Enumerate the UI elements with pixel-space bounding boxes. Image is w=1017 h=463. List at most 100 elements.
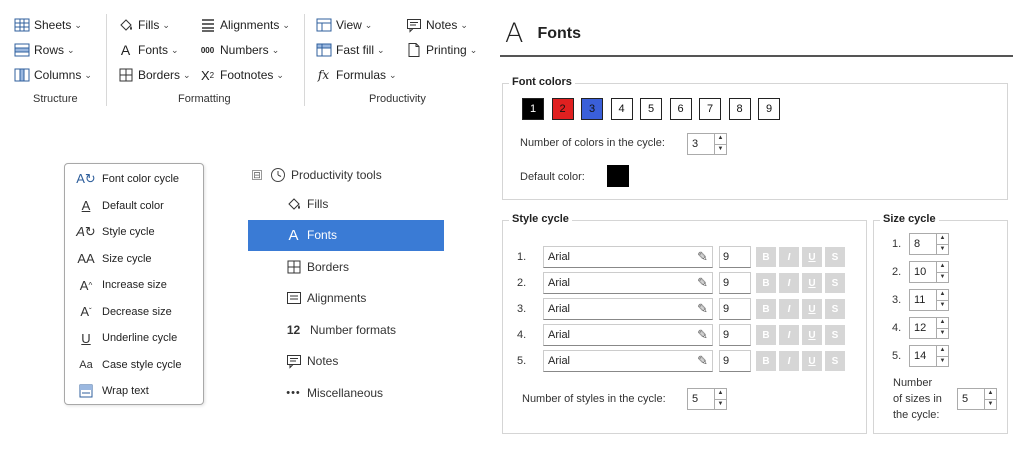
font-name-field[interactable]: Arial ✎ xyxy=(543,298,713,320)
underline-button[interactable]: U xyxy=(802,273,822,293)
color-swatch[interactable]: 8 xyxy=(728,98,751,120)
bold-button[interactable]: B xyxy=(756,325,776,345)
tree-item-borders[interactable]: Borders xyxy=(248,251,444,283)
spin-up-icon[interactable]: ▲ xyxy=(937,234,948,244)
strikethrough-button[interactable]: S xyxy=(825,299,845,319)
italic-button[interactable]: I xyxy=(779,299,799,319)
strikethrough-button[interactable]: S xyxy=(825,351,845,371)
size-stepper[interactable]: 14 ▲ ▼ xyxy=(909,345,949,367)
spin-down-icon[interactable]: ▼ xyxy=(715,143,726,155)
collapse-icon[interactable]: ⊟ xyxy=(252,170,262,180)
spin-up-icon[interactable]: ▲ xyxy=(937,262,948,272)
underline-button[interactable]: U xyxy=(802,247,822,267)
borders-button[interactable]: Borders ⌄ xyxy=(117,64,191,86)
tree-item-miscellaneous[interactable]: ••• Miscellaneous xyxy=(248,377,444,409)
bold-button[interactable]: B xyxy=(756,247,776,267)
underline-button[interactable]: U xyxy=(802,299,822,319)
spin-up-icon[interactable]: ▲ xyxy=(937,346,948,356)
italic-button[interactable]: I xyxy=(779,325,799,345)
spin-down-icon[interactable]: ▼ xyxy=(937,271,948,283)
color-swatch[interactable]: 2 xyxy=(551,98,574,120)
menu-item-underline-cycle[interactable]: U Underline cycle xyxy=(65,325,203,352)
spin-down-icon[interactable]: ▼ xyxy=(937,355,948,367)
font-name-field[interactable]: Arial ✎ xyxy=(543,272,713,294)
columns-button[interactable]: Columns ⌄ xyxy=(13,64,92,86)
menu-item-wrap-text[interactable]: Wrap text xyxy=(65,378,203,405)
color-swatch[interactable]: 3 xyxy=(581,98,603,120)
italic-button[interactable]: I xyxy=(779,351,799,371)
menu-item-size-cycle[interactable]: AA Size cycle xyxy=(65,246,203,273)
tree-root-productivity-tools[interactable]: ⊟ Productivity tools xyxy=(248,162,444,188)
sizes-count-stepper[interactable]: 5 ▲ ▼ xyxy=(957,388,997,410)
font-size-field[interactable]: 9 xyxy=(719,350,751,372)
strikethrough-button[interactable]: S xyxy=(825,325,845,345)
tree-item-number-formats[interactable]: 12 Number formats xyxy=(248,314,444,346)
tree-item-notes[interactable]: Notes xyxy=(248,346,444,378)
menu-item-style-cycle[interactable]: A↻ Style cycle xyxy=(65,219,203,246)
spin-down-icon[interactable]: ▼ xyxy=(985,398,996,410)
spin-up-icon[interactable]: ▲ xyxy=(715,134,726,144)
footnotes-button[interactable]: X2 Footnotes ⌄ xyxy=(199,64,290,86)
formulas-button[interactable]: fx Formulas ⌄ xyxy=(315,64,397,86)
menu-item-default-color[interactable]: A Default color xyxy=(65,193,203,220)
strikethrough-button[interactable]: S xyxy=(825,247,845,267)
spin-down-icon[interactable]: ▼ xyxy=(937,243,948,255)
font-size-field[interactable]: 9 xyxy=(719,324,751,346)
color-swatch[interactable]: 9 xyxy=(758,98,780,120)
italic-button[interactable]: I xyxy=(779,247,799,267)
fonts-button[interactable]: A Fonts ⌄ xyxy=(117,39,191,61)
bold-button[interactable]: B xyxy=(756,273,776,293)
strikethrough-button[interactable]: S xyxy=(825,273,845,293)
color-swatch[interactable]: 4 xyxy=(610,98,633,120)
view-button[interactable]: View ⌄ xyxy=(315,14,397,36)
tree-item-fonts[interactable]: A Fonts xyxy=(248,219,444,251)
font-size-field[interactable]: 9 xyxy=(719,298,751,320)
tree-item-alignments[interactable]: Alignments xyxy=(248,283,444,315)
pencil-icon[interactable]: ✎ xyxy=(697,249,708,265)
menu-item-increase-size[interactable]: A ^ Increase size xyxy=(65,272,203,299)
spin-down-icon[interactable]: ▼ xyxy=(937,299,948,311)
italic-button[interactable]: I xyxy=(779,273,799,293)
color-swatch[interactable]: 7 xyxy=(699,98,721,120)
printing-button[interactable]: Printing ⌄ xyxy=(405,39,477,61)
styles-count-stepper[interactable]: 5 ▲ ▼ xyxy=(687,388,727,410)
font-name-field[interactable]: Arial ✎ xyxy=(543,350,713,372)
bold-button[interactable]: B xyxy=(756,299,776,319)
bold-button[interactable]: B xyxy=(756,351,776,371)
numbers-button[interactable]: 000 Numbers ⌄ xyxy=(199,39,290,61)
rows-button[interactable]: Rows ⌄ xyxy=(13,39,92,61)
size-stepper[interactable]: 11 ▲ ▼ xyxy=(909,289,949,311)
size-stepper[interactable]: 12 ▲ ▼ xyxy=(909,317,949,339)
pencil-icon[interactable]: ✎ xyxy=(697,275,708,291)
tree-item-fills[interactable]: Fills xyxy=(248,188,444,220)
spin-down-icon[interactable]: ▼ xyxy=(937,327,948,339)
size-stepper[interactable]: 8 ▲ ▼ xyxy=(909,233,949,255)
pencil-icon[interactable]: ✎ xyxy=(697,327,708,343)
fast-fill-button[interactable]: Fast fill ⌄ xyxy=(315,39,397,61)
notes-button[interactable]: Notes ⌄ xyxy=(405,14,477,36)
fills-button[interactable]: Fills ⌄ xyxy=(117,14,191,36)
spin-up-icon[interactable]: ▲ xyxy=(715,389,726,399)
font-name-field[interactable]: Arial ✎ xyxy=(543,246,713,268)
default-color-swatch[interactable] xyxy=(607,165,629,187)
spin-down-icon[interactable]: ▼ xyxy=(715,398,726,410)
font-size-field[interactable]: 9 xyxy=(719,272,751,294)
menu-item-case-style-cycle[interactable]: Aa Case style cycle xyxy=(65,352,203,379)
spin-up-icon[interactable]: ▲ xyxy=(985,389,996,399)
pencil-icon[interactable]: ✎ xyxy=(697,353,708,369)
menu-item-font-color-cycle[interactable]: A↻ Font color cycle xyxy=(65,166,203,193)
size-stepper[interactable]: 10 ▲ ▼ xyxy=(909,261,949,283)
underline-button[interactable]: U xyxy=(802,325,822,345)
alignments-button[interactable]: Alignments ⌄ xyxy=(199,14,290,36)
color-swatch[interactable]: 6 xyxy=(669,98,692,120)
pencil-icon[interactable]: ✎ xyxy=(697,301,708,317)
underline-button[interactable]: U xyxy=(802,351,822,371)
font-name-field[interactable]: Arial ✎ xyxy=(543,324,713,346)
color-swatch[interactable]: 1 xyxy=(522,98,544,120)
color-swatch[interactable]: 5 xyxy=(640,98,662,120)
menu-item-decrease-size[interactable]: A ˇ Decrease size xyxy=(65,299,203,326)
sheets-button[interactable]: Sheets ⌄ xyxy=(13,14,92,36)
colors-count-stepper[interactable]: 3 ▲ ▼ xyxy=(687,133,727,155)
spin-up-icon[interactable]: ▲ xyxy=(937,318,948,328)
font-size-field[interactable]: 9 xyxy=(719,246,751,268)
